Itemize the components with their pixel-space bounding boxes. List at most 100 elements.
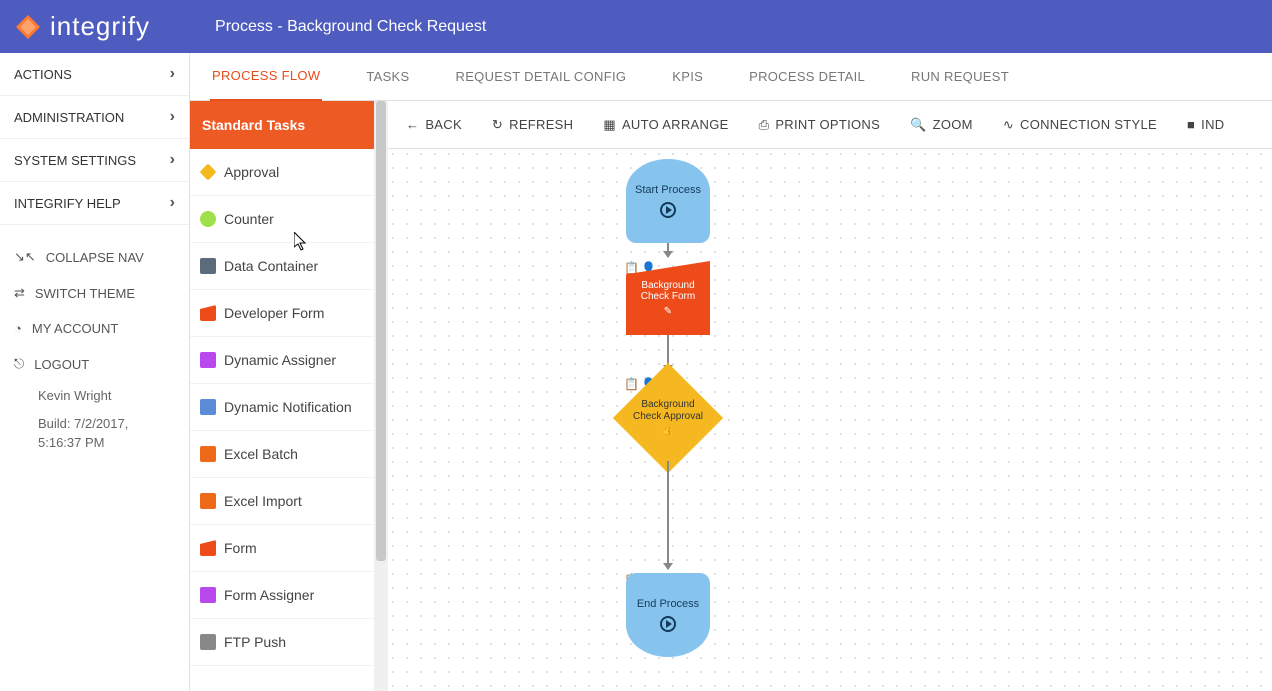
palette-item-label: Form	[224, 540, 257, 556]
chevron-right-icon: ›	[170, 108, 175, 126]
zoom-icon: 🔍	[910, 117, 927, 133]
connection-style-button[interactable]: ∿ CONNECTION STYLE	[1003, 117, 1157, 133]
grid-icon: ▦	[603, 117, 616, 133]
node-label: End Process	[637, 598, 699, 610]
brand-logo: integrify	[14, 11, 150, 42]
palette-item-label: Approval	[224, 164, 279, 180]
start-process-node[interactable]: Start Process	[626, 159, 710, 243]
chevron-right-icon: ›	[170, 194, 175, 212]
node-label: Background Check Form	[626, 280, 710, 302]
chevron-right-icon: ›	[170, 151, 175, 169]
palette-item-ftp-push[interactable]: FTP Push	[190, 619, 374, 666]
end-process-node[interactable]: End Process	[626, 573, 710, 657]
form-icon	[200, 540, 216, 556]
connection-icon: ∿	[1003, 117, 1014, 133]
nav-label: LOGOUT	[34, 357, 89, 372]
nav-actions[interactable]: ACTIONS ›	[0, 53, 189, 96]
palette-item-label: Data Container	[224, 258, 318, 274]
tab-tasks[interactable]: TASKS	[364, 53, 411, 100]
palette-item-form-assigner[interactable]: Form Assigner	[190, 572, 374, 619]
nav-administration[interactable]: ADMINISTRATION ›	[0, 96, 189, 139]
indicator-button[interactable]: ■ IND	[1187, 117, 1224, 132]
form-assigner-icon	[200, 587, 216, 603]
tab-run-request[interactable]: RUN REQUEST	[909, 53, 1011, 100]
tool-label: PRINT OPTIONS	[775, 117, 880, 132]
palette-item-dynamic-notification[interactable]: Dynamic Notification	[190, 384, 374, 431]
tab-process-flow[interactable]: PROCESS FLOW	[210, 52, 322, 102]
flow-arrow	[667, 243, 669, 257]
canvas-toolbar: ←BACK ↻REFRESH ▦AUTO ARRANGE ⎙ PRINT OPTI…	[388, 101, 1272, 149]
background-check-approval-node[interactable]: Background Check Approval 👍	[629, 379, 707, 457]
palette-scrollbar[interactable]	[374, 101, 388, 691]
back-button[interactable]: ←BACK	[406, 117, 462, 132]
indicator-icon: ■	[1187, 117, 1195, 132]
nav-label: COLLAPSE NAV	[46, 250, 144, 265]
nav-system-settings[interactable]: SYSTEM SETTINGS ›	[0, 139, 189, 182]
nav-label: ADMINISTRATION	[14, 110, 124, 125]
dynamic-notification-icon	[200, 399, 216, 415]
nav-my-account[interactable]: ◔MY ACCOUNT	[0, 311, 189, 346]
auto-arrange-button[interactable]: ▦AUTO ARRANGE	[603, 117, 728, 133]
play-icon	[660, 202, 676, 218]
tab-process-detail[interactable]: PROCESS DETAIL	[747, 53, 867, 100]
palette-item-data-container[interactable]: Data Container	[190, 243, 374, 290]
data-container-icon	[200, 258, 216, 274]
nav-label: INTEGRIFY HELP	[14, 196, 121, 211]
palette-item-approval[interactable]: Approval	[190, 149, 374, 196]
tool-label: BACK	[425, 117, 462, 132]
flow-canvas[interactable]: Start Process 📋👤 Background Check Form ✎…	[388, 149, 1272, 691]
zoom-button[interactable]: 🔍 ZOOM	[910, 117, 973, 133]
palette-item-label: FTP Push	[224, 634, 286, 650]
dynamic-assigner-icon	[200, 352, 216, 368]
nav-switch-theme[interactable]: ⇄ SWITCH THEME	[0, 275, 189, 311]
palette-item-excel-import[interactable]: Excel Import	[190, 478, 374, 525]
task-palette: Standard Tasks Approval Counter Data Conta…	[190, 101, 388, 691]
nav-integrify-help[interactable]: INTEGRIFY HELP ›	[0, 182, 189, 225]
palette-item-dynamic-assigner[interactable]: Dynamic Assigner	[190, 337, 374, 384]
account-icon: ◔	[14, 321, 22, 336]
nav-label: SWITCH THEME	[35, 286, 135, 301]
palette-item-counter[interactable]: Counter	[190, 196, 374, 243]
palette-item-label: Counter	[224, 211, 274, 227]
nav-label: ACTIONS	[14, 67, 72, 82]
tab-bar: PROCESS FLOW TASKS REQUEST DETAIL CONFIG…	[190, 53, 1272, 101]
nav-label: SYSTEM SETTINGS	[14, 153, 136, 168]
nav-logout[interactable]: ⎋ LOGOUT	[0, 346, 189, 382]
palette-item-label: Excel Import	[224, 493, 302, 509]
logout-icon: ⎋	[14, 356, 24, 372]
user-name: Kevin Wright	[0, 382, 189, 410]
tool-label: IND	[1201, 117, 1224, 132]
node-label: Start Process	[635, 184, 701, 196]
palette-header: Standard Tasks	[190, 101, 374, 149]
side-nav: ACTIONS › ADMINISTRATION › SYSTEM SETTINGS…	[0, 53, 190, 691]
nav-collapse[interactable]: ↘↖COLLAPSE NAV	[0, 239, 189, 275]
play-icon	[660, 616, 676, 632]
tool-label: CONNECTION STYLE	[1020, 117, 1157, 132]
excel-import-icon	[200, 493, 216, 509]
ftp-push-icon	[200, 634, 216, 650]
tab-kpis[interactable]: KPIS	[670, 53, 705, 100]
flow-arrow	[667, 461, 669, 569]
app-header: integrify Process - Background Check Req…	[0, 0, 1272, 53]
palette-item-label: Developer Form	[224, 305, 324, 321]
palette-item-label: Dynamic Assigner	[224, 352, 336, 368]
node-label: Background Check Approval	[629, 399, 707, 423]
palette-item-form[interactable]: Form	[190, 525, 374, 572]
print-options-button[interactable]: ⎙ PRINT OPTIONS	[759, 117, 881, 133]
palette-item-excel-batch[interactable]: Excel Batch	[190, 431, 374, 478]
tool-label: REFRESH	[509, 117, 573, 132]
excel-batch-icon	[200, 446, 216, 462]
thumbs-up-icon: 👍	[662, 425, 674, 437]
print-icon: ⎙	[759, 117, 770, 133]
tab-request-detail-config[interactable]: REQUEST DETAIL CONFIG	[454, 53, 629, 100]
tool-label: ZOOM	[933, 117, 973, 132]
developer-form-icon	[200, 305, 216, 321]
chevron-right-icon: ›	[170, 65, 175, 83]
palette-item-label: Dynamic Notification	[224, 399, 352, 415]
logo-icon	[14, 13, 42, 41]
theme-icon: ⇄	[14, 285, 25, 301]
counter-icon	[200, 211, 216, 227]
refresh-button[interactable]: ↻REFRESH	[492, 117, 573, 133]
palette-item-developer-form[interactable]: Developer Form	[190, 290, 374, 337]
palette-item-label: Excel Batch	[224, 446, 298, 462]
